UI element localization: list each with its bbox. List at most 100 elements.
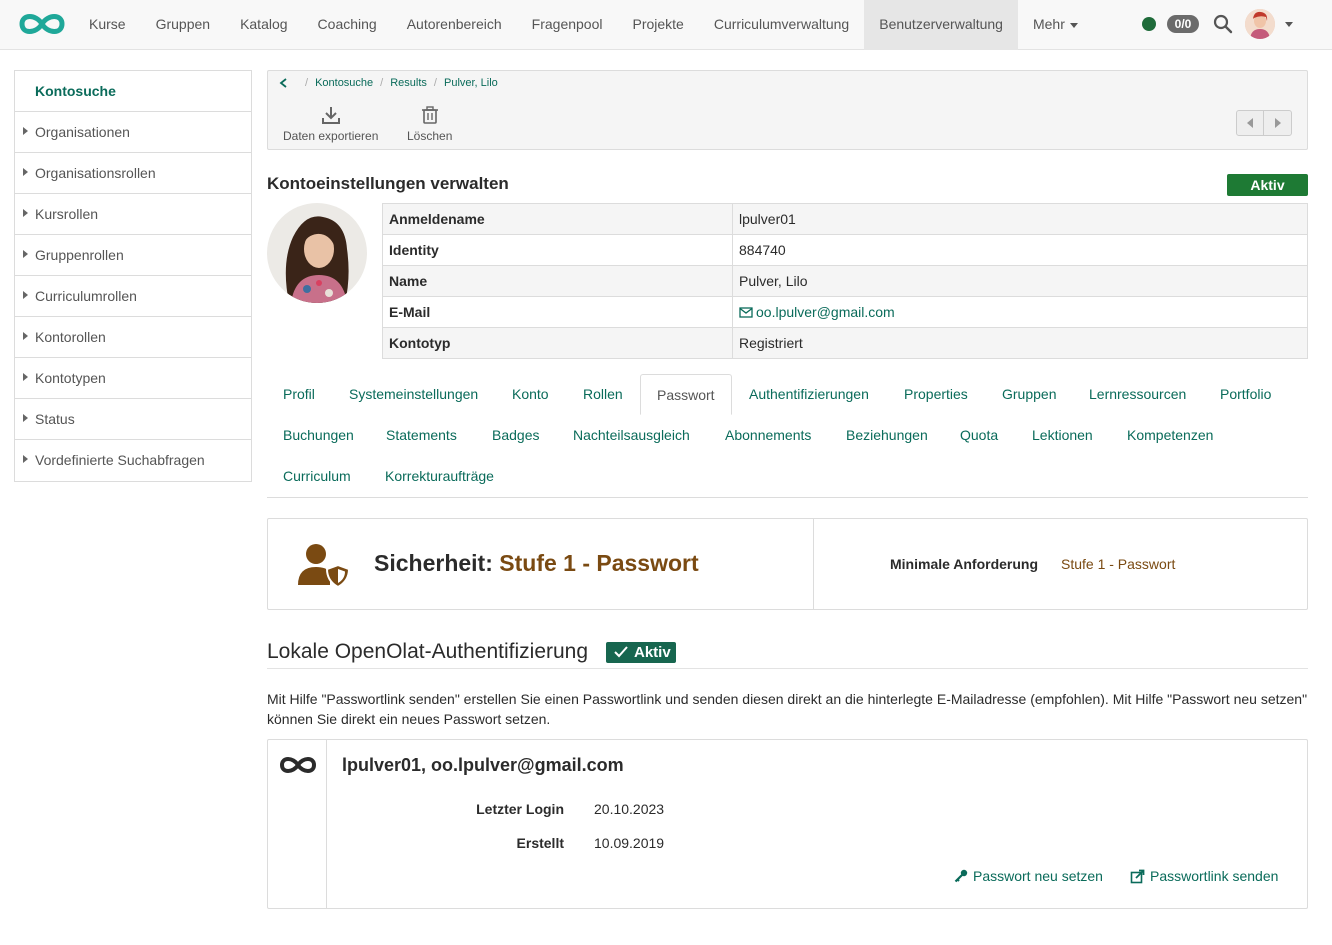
- tab-rollen[interactable]: Rollen: [567, 374, 639, 415]
- user-avatar[interactable]: [1245, 9, 1275, 39]
- caret-right-icon: [1274, 118, 1281, 128]
- tab-kompetenzen[interactable]: Kompetenzen: [1111, 415, 1229, 456]
- breadcrumb-separator: /: [305, 77, 309, 89]
- tab-statements[interactable]: Statements: [370, 415, 473, 456]
- openolat-logo[interactable]: [16, 10, 68, 38]
- expand-triangle-icon[interactable]: [23, 250, 28, 258]
- tab-korrekturauftraege[interactable]: Korrekturaufträge: [369, 456, 510, 497]
- sidebar-item-label: Kontotypen: [35, 370, 106, 386]
- next-record-button[interactable]: [1264, 111, 1291, 135]
- minimum-requirement-value: Stufe 1 - Passwort: [1061, 556, 1176, 572]
- expand-triangle-icon[interactable]: [23, 332, 28, 340]
- user-menu-chevron-down-icon[interactable]: [1285, 22, 1293, 27]
- expand-triangle-icon[interactable]: [23, 127, 28, 135]
- tab-curriculum[interactable]: Curriculum: [267, 456, 367, 497]
- auth-provider-icon-column: [268, 740, 327, 908]
- tab-abonnements[interactable]: Abonnements: [709, 415, 827, 456]
- key-icon: [954, 869, 968, 883]
- breadcrumb-current-user[interactable]: Pulver, Lilo: [444, 77, 498, 89]
- email-link[interactable]: oo.lpulver@gmail.com: [739, 304, 895, 320]
- tab-lektionen[interactable]: Lektionen: [1016, 415, 1109, 456]
- security-level-panel: Sicherheit: Stufe 1 - Passwort Minimale …: [267, 518, 1308, 610]
- download-icon: [321, 107, 340, 124]
- email-value: oo.lpulver@gmail.com: [756, 304, 895, 320]
- table-row: E-Mail oo.lpulver@gmail.com: [382, 296, 1308, 328]
- delete-button[interactable]: Löschen: [407, 105, 452, 143]
- sidebar-item-curriculumrollen[interactable]: Curriculumrollen: [15, 276, 251, 317]
- export-data-button[interactable]: Daten exportieren: [283, 105, 378, 143]
- reset-password-link[interactable]: Passwort neu setzen: [954, 868, 1103, 884]
- sidebar-item-label: Organisationsrollen: [35, 165, 156, 181]
- sidebar: Kontosuche Organisationen Organisationsr…: [14, 70, 252, 482]
- tab-properties[interactable]: Properties: [888, 374, 984, 415]
- expand-triangle-icon[interactable]: [23, 168, 28, 176]
- tab-passwort[interactable]: Passwort: [640, 374, 732, 415]
- checkmark-icon: [614, 646, 628, 658]
- table-row: Kontotyp Registriert: [382, 327, 1308, 359]
- username-value: lpulver01: [732, 203, 1308, 235]
- account-info-table: Anmeldename lpulver01 Identity 884740 Na…: [382, 203, 1308, 359]
- sidebar-item-gruppenrollen[interactable]: Gruppenrollen: [15, 235, 251, 276]
- send-password-link[interactable]: Passwortlink senden: [1130, 868, 1278, 884]
- nav-item-fragenpool[interactable]: Fragenpool: [517, 0, 618, 50]
- tab-portfolio[interactable]: Portfolio: [1204, 374, 1287, 415]
- search-icon[interactable]: [1213, 14, 1233, 34]
- nav-item-coaching[interactable]: Coaching: [303, 0, 392, 50]
- nav-item-mehr[interactable]: Mehr: [1018, 0, 1093, 50]
- sidebar-item-kursrollen[interactable]: Kursrollen: [15, 194, 251, 235]
- tab-nachteilsausgleich[interactable]: Nachteilsausgleich: [557, 415, 706, 456]
- online-status-icon[interactable]: [1142, 17, 1156, 31]
- breadcrumb-kontosuche[interactable]: Kontosuche: [315, 77, 373, 89]
- sidebar-item-label: Kursrollen: [35, 206, 99, 222]
- security-label: Sicherheit:: [374, 550, 493, 576]
- toolbar: / Kontosuche / Results / Pulver, Lilo Da…: [267, 70, 1308, 150]
- tab-beziehungen[interactable]: Beziehungen: [830, 415, 944, 456]
- nav-item-katalog[interactable]: Katalog: [225, 0, 302, 50]
- notification-counter-badge[interactable]: 0/0: [1167, 15, 1199, 33]
- tab-badges[interactable]: Badges: [476, 415, 555, 456]
- record-pager: [1236, 110, 1292, 136]
- nav-item-gruppen[interactable]: Gruppen: [141, 0, 225, 50]
- tab-gruppen[interactable]: Gruppen: [986, 374, 1072, 415]
- tab-profil[interactable]: Profil: [267, 374, 331, 415]
- previous-record-button[interactable]: [1237, 111, 1265, 135]
- openolat-infinity-icon: [279, 757, 317, 773]
- tab-authentifizierungen[interactable]: Authentifizierungen: [733, 374, 885, 415]
- nav-item-kurse[interactable]: Kurse: [74, 0, 141, 50]
- expand-triangle-icon[interactable]: [23, 291, 28, 299]
- expand-triangle-icon[interactable]: [23, 455, 28, 463]
- user-shield-icon: [298, 544, 350, 587]
- sidebar-item-status[interactable]: Status: [15, 399, 251, 440]
- sidebar-item-vordefinierte-suchabfragen[interactable]: Vordefinierte Suchabfragen: [15, 440, 251, 481]
- nav-item-projekte[interactable]: Projekte: [617, 0, 698, 50]
- send-password-label: Passwortlink senden: [1150, 868, 1279, 884]
- sidebar-item-kontorollen[interactable]: Kontorollen: [15, 317, 251, 358]
- nav-item-benutzerverwaltung[interactable]: Benutzerverwaltung: [864, 0, 1018, 50]
- trash-icon: [421, 106, 438, 124]
- tab-buchungen[interactable]: Buchungen: [267, 415, 370, 456]
- sidebar-item-organisationen[interactable]: Organisationen: [15, 112, 251, 153]
- local-auth-description: Mit Hilfe "Passwortlink senden" erstelle…: [267, 691, 1308, 727]
- sidebar-item-organisationsrollen[interactable]: Organisationsrollen: [15, 153, 251, 194]
- sidebar-item-label: Gruppenrollen: [35, 247, 124, 263]
- nav-item-autorenbereich[interactable]: Autorenbereich: [392, 0, 517, 50]
- auth-user-line: lpulver01, oo.lpulver@gmail.com: [342, 755, 624, 775]
- nav-item-curriculumverwaltung[interactable]: Curriculumverwaltung: [699, 0, 864, 50]
- expand-triangle-icon[interactable]: [23, 373, 28, 381]
- main-menu: Kurse Gruppen Katalog Coaching Autorenbe…: [74, 0, 1093, 50]
- back-chevron-icon[interactable]: [278, 77, 290, 89]
- table-row: Name Pulver, Lilo: [382, 265, 1308, 297]
- tab-konto[interactable]: Konto: [496, 374, 565, 415]
- tab-quota[interactable]: Quota: [944, 415, 1014, 456]
- local-auth-status-label: Aktiv: [634, 644, 671, 661]
- expand-triangle-icon[interactable]: [23, 414, 28, 422]
- local-auth-title: Lokale OpenOlat-Authentifizierung: [267, 640, 589, 663]
- sidebar-item-label: Curriculumrollen: [35, 288, 137, 304]
- sidebar-item-kontotypen[interactable]: Kontotypen: [15, 358, 251, 399]
- email-cell: oo.lpulver@gmail.com: [732, 296, 1308, 328]
- expand-triangle-icon[interactable]: [23, 209, 28, 217]
- tab-lernressourcen[interactable]: Lernressourcen: [1073, 374, 1202, 415]
- sidebar-item-kontosuche[interactable]: Kontosuche: [15, 71, 251, 112]
- breadcrumb-results[interactable]: Results: [390, 77, 427, 89]
- tab-systemeinstellungen[interactable]: Systemeinstellungen: [333, 374, 494, 415]
